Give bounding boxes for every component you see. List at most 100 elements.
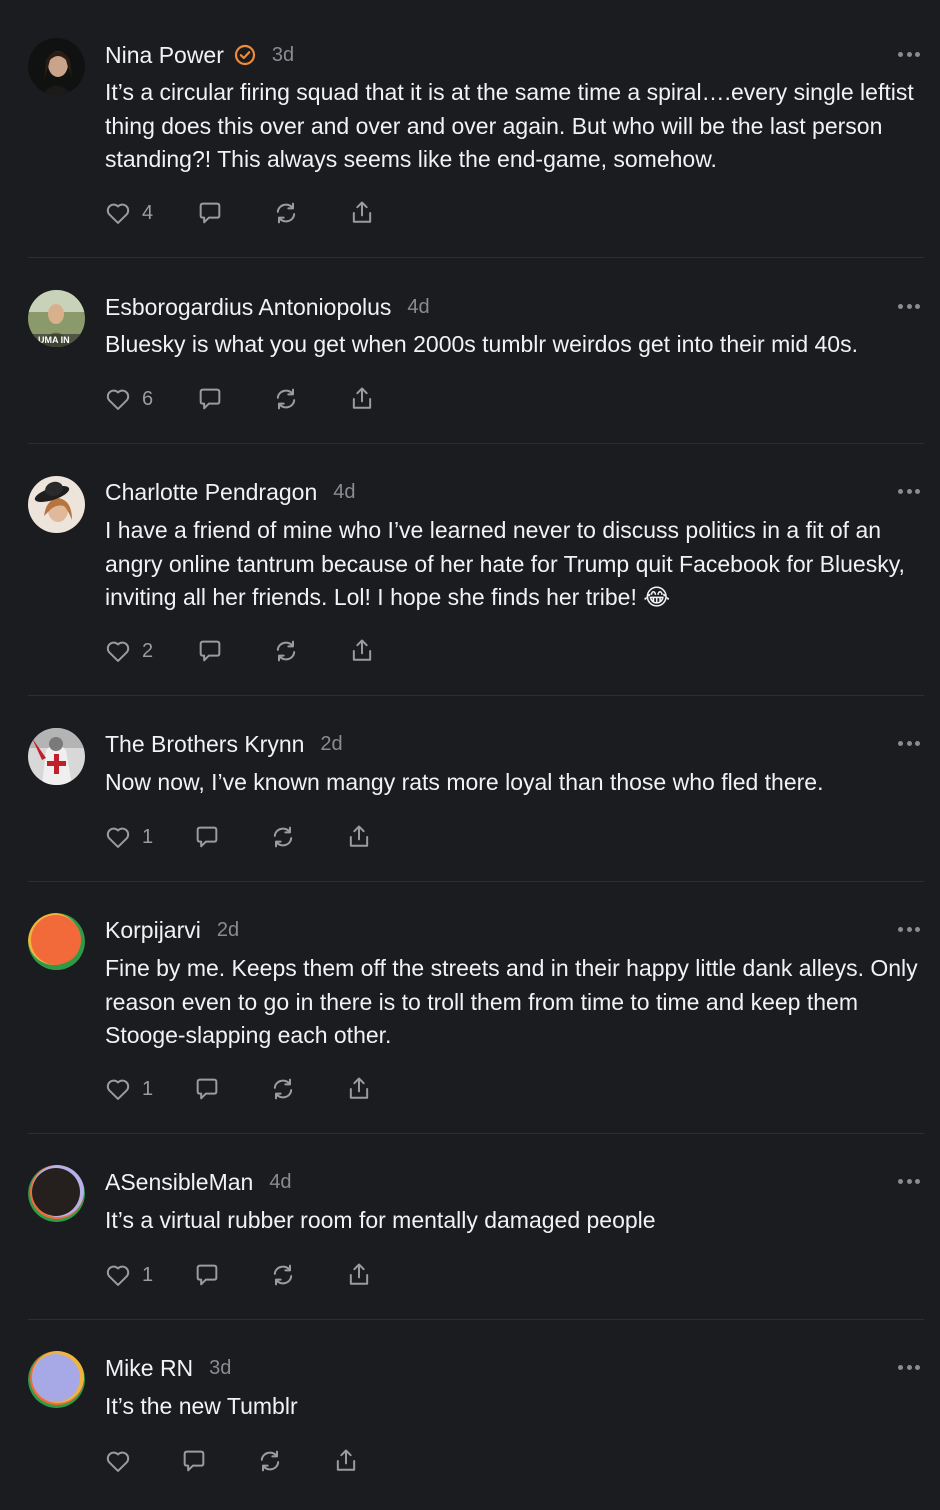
- repost-icon: [276, 202, 296, 224]
- reply-button[interactable]: [196, 199, 224, 227]
- share-icon: [336, 1449, 356, 1471]
- repost-button[interactable]: [269, 823, 297, 851]
- share-button[interactable]: [332, 1447, 360, 1475]
- avatar[interactable]: [28, 1351, 85, 1408]
- timestamp[interactable]: 4d: [333, 481, 355, 504]
- reply-button[interactable]: [196, 637, 224, 665]
- verified-badge-icon: [234, 44, 256, 66]
- share-button[interactable]: [345, 1075, 373, 1103]
- reply-button[interactable]: [193, 823, 221, 851]
- like-button[interactable]: 2: [104, 637, 153, 665]
- more-options-icon[interactable]: [898, 487, 920, 495]
- reply-button[interactable]: [196, 385, 224, 413]
- action-bar: 1: [104, 1074, 373, 1104]
- like-count: 2: [142, 639, 154, 662]
- more-options-icon[interactable]: [898, 1177, 920, 1185]
- share-button[interactable]: [345, 823, 373, 851]
- reply-button[interactable]: [193, 1075, 221, 1103]
- author-name[interactable]: Mike RN: [105, 1355, 193, 1382]
- share-icon: [352, 201, 372, 223]
- timestamp[interactable]: 3d: [209, 1357, 231, 1380]
- author-name[interactable]: ASensibleMan: [105, 1169, 253, 1196]
- like-button[interactable]: 1: [104, 1261, 153, 1289]
- more-options-icon[interactable]: [898, 50, 920, 58]
- share-button[interactable]: [348, 385, 376, 413]
- timestamp[interactable]: 2d: [320, 733, 342, 756]
- comment-header: Charlotte Pendragon 4d: [105, 477, 356, 507]
- repost-icon: [260, 1450, 280, 1472]
- comment-bubble-icon: [199, 202, 221, 224]
- action-bar: 1: [104, 822, 373, 852]
- timestamp[interactable]: 4d: [407, 296, 429, 319]
- action-bar: [104, 1446, 360, 1476]
- more-options-icon[interactable]: [898, 1363, 920, 1371]
- more-options-icon[interactable]: [898, 925, 920, 933]
- comment-text: Bluesky is what you get when 2000s tumbl…: [105, 331, 858, 357]
- timestamp[interactable]: 4d: [269, 1171, 291, 1194]
- timestamp[interactable]: 2d: [217, 919, 239, 942]
- more-options-icon[interactable]: [898, 302, 920, 310]
- share-button[interactable]: [348, 637, 376, 665]
- like-button[interactable]: 6: [104, 385, 153, 413]
- share-icon: [349, 825, 369, 847]
- divider: [28, 695, 924, 696]
- reply-button[interactable]: [180, 1447, 208, 1475]
- repost-icon: [273, 1078, 293, 1100]
- divider: [28, 443, 924, 444]
- like-count: 6: [142, 387, 154, 410]
- repost-button[interactable]: [256, 1447, 284, 1475]
- heart-icon: [106, 827, 130, 848]
- repost-button[interactable]: [272, 385, 300, 413]
- author-name[interactable]: Esborogardius Antoniopolus: [105, 294, 391, 321]
- divider: [28, 1319, 924, 1320]
- repost-button[interactable]: [272, 199, 300, 227]
- heart-icon: [106, 1451, 130, 1472]
- author-name[interactable]: Korpijarvi: [105, 917, 201, 944]
- repost-button[interactable]: [269, 1075, 297, 1103]
- timestamp[interactable]: 3d: [272, 44, 294, 67]
- comment-header: Nina Power 3d: [105, 40, 294, 70]
- reply-button[interactable]: [193, 1261, 221, 1289]
- comment-text: I have a friend of mine who I’ve learned…: [105, 517, 905, 610]
- like-button[interactable]: [104, 1447, 132, 1475]
- like-button[interactable]: 1: [104, 823, 153, 851]
- share-icon: [352, 639, 372, 661]
- author-name[interactable]: Charlotte Pendragon: [105, 479, 317, 506]
- like-count: 1: [142, 825, 154, 848]
- like-count: 4: [142, 201, 154, 224]
- repost-icon: [273, 1264, 293, 1286]
- avatar[interactable]: [28, 1165, 85, 1222]
- like-button[interactable]: 4: [104, 199, 153, 227]
- comment-bubble-icon: [199, 640, 221, 662]
- heart-icon: [106, 203, 130, 224]
- avatar-text: UMA IN: [38, 335, 70, 345]
- comment-text: It’s a virtual rubber room for mentally …: [105, 1207, 656, 1233]
- action-bar: 4: [104, 198, 376, 228]
- like-count: 1: [142, 1263, 154, 1286]
- repost-button[interactable]: [269, 1261, 297, 1289]
- avatar[interactable]: [28, 476, 85, 533]
- divider: [28, 1133, 924, 1134]
- share-button[interactable]: [348, 199, 376, 227]
- avatar[interactable]: [28, 728, 85, 785]
- comment-header: ASensibleMan 4d: [105, 1167, 292, 1197]
- heart-icon: [106, 389, 130, 410]
- comment-header: The Brothers Krynn 2d: [105, 729, 343, 759]
- author-name[interactable]: Nina Power: [105, 42, 224, 69]
- avatar[interactable]: [28, 38, 85, 95]
- share-button[interactable]: [345, 1261, 373, 1289]
- comment-bubble-icon: [196, 1078, 218, 1100]
- like-button[interactable]: 1: [104, 1075, 153, 1103]
- divider: [28, 257, 924, 258]
- comment-bubble-icon: [183, 1450, 205, 1472]
- repost-button[interactable]: [272, 637, 300, 665]
- repost-icon: [273, 826, 293, 848]
- author-name[interactable]: The Brothers Krynn: [105, 731, 304, 758]
- avatar[interactable]: UMA IN: [28, 290, 85, 347]
- avatar[interactable]: [28, 913, 85, 970]
- comment-text: It’s a circular firing squad that it is …: [105, 79, 914, 172]
- more-options-icon[interactable]: [898, 739, 920, 747]
- replies-feed: Nina Power 3d It’s a circular firing squ…: [0, 0, 940, 1510]
- like-count: 1: [142, 1077, 154, 1100]
- comment-bubble-icon: [199, 388, 221, 410]
